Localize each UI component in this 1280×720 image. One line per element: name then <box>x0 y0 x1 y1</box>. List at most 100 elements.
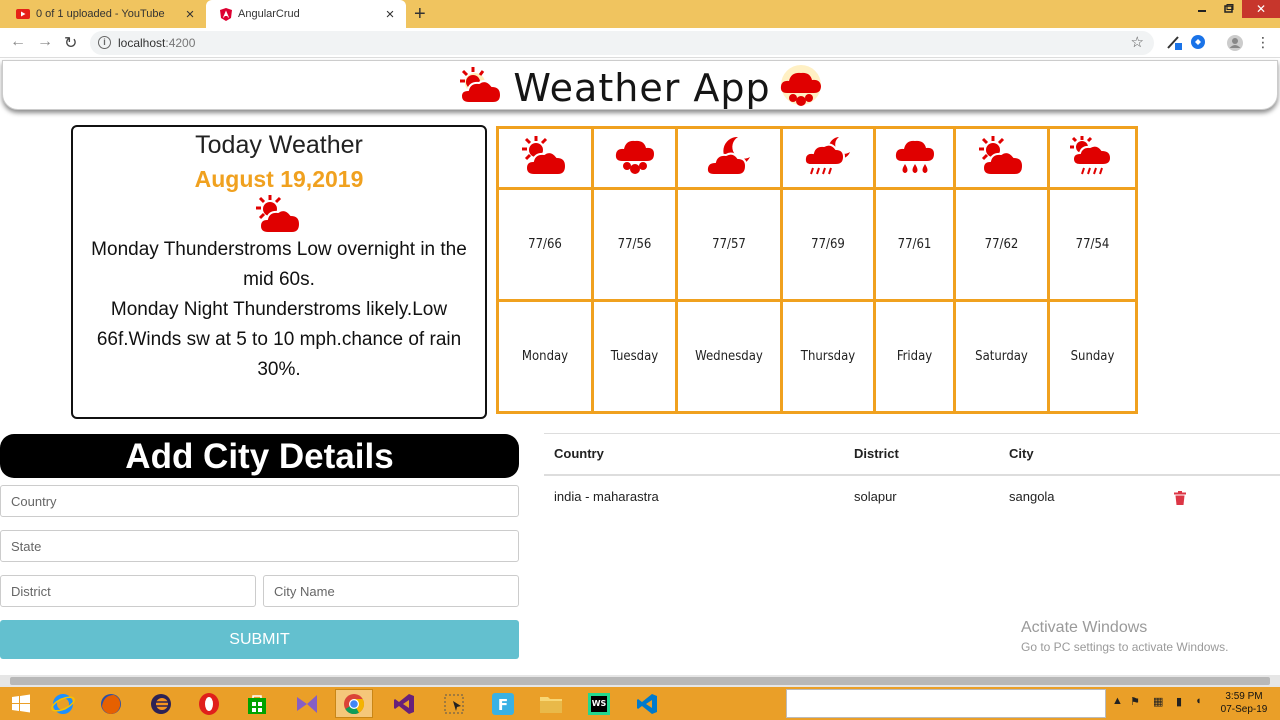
battery-icon[interactable]: ▮ <box>1176 695 1182 708</box>
submit-button[interactable]: SUBMIT <box>0 620 519 659</box>
cell-actions <box>1164 475 1280 517</box>
menu-kebab-icon[interactable]: ⋮ <box>1256 34 1270 51</box>
forecast-temp: 77/57 <box>675 187 783 302</box>
forecast-day: Sunday <box>1047 299 1138 414</box>
today-description-1: Monday Thunderstroms Low overnight in th… <box>91 239 467 290</box>
district-input[interactable] <box>0 575 256 607</box>
delete-icon[interactable] <box>1174 485 1186 508</box>
back-icon[interactable]: ← <box>10 33 26 51</box>
forecast-icon-cell <box>953 126 1050 190</box>
table-header-row: Country District City <box>544 433 1280 476</box>
header-city: City <box>999 433 1164 476</box>
moon-cloud-icon <box>704 136 754 181</box>
hail-cloud-icon <box>613 140 657 181</box>
windows-taskbar: F WS ▲ ⚑ ▦ ▮ ◖ 3:59 PM 07-Sep-19 <box>0 687 1280 720</box>
store-icon[interactable] <box>238 689 276 718</box>
forecast-icon-cell <box>873 126 956 190</box>
forecast-icon-cell <box>496 126 594 190</box>
forecast-icon-row <box>496 126 1138 190</box>
firefox-icon[interactable] <box>92 689 130 718</box>
forecast-day: Saturday <box>953 299 1050 414</box>
chrome-icon[interactable] <box>335 689 373 718</box>
bookmark-star-icon[interactable]: ☆ <box>1131 33 1144 51</box>
forecast-temp-row: 77/66 77/56 77/57 77/69 77/61 77/62 77/5… <box>496 187 1138 302</box>
forecast-temp: 77/66 <box>496 187 594 302</box>
opera-icon[interactable] <box>190 689 228 718</box>
today-date: August 19,2019 <box>194 166 364 192</box>
address-bar[interactable]: i localhost:4200 ☆ <box>90 31 1154 55</box>
forward-icon[interactable]: → <box>37 33 53 51</box>
scrollbar-thumb[interactable] <box>10 677 1270 685</box>
eclipse-icon[interactable] <box>142 689 180 718</box>
city-name-input[interactable] <box>263 575 519 607</box>
file-explorer-icon[interactable] <box>532 689 570 718</box>
page-title: Weather App <box>3 65 1277 118</box>
reload-icon[interactable]: ↻ <box>64 33 77 53</box>
cursor-tool-icon[interactable] <box>435 689 473 718</box>
internet-explorer-icon[interactable] <box>44 689 82 718</box>
webstorm-icon[interactable]: WS <box>580 689 618 718</box>
sun-cloud-icon <box>455 65 507 118</box>
browser-toolbar: ← → ↻ i localhost:4200 ☆ ⋮ <box>0 28 1280 58</box>
youtube-icon <box>16 9 30 19</box>
sun-rain-cloud-icon <box>1068 136 1118 181</box>
app-f-icon[interactable]: F <box>484 689 522 718</box>
forecast-temp: 77/54 <box>1047 187 1138 302</box>
taskbar-search-box[interactable] <box>786 689 1106 718</box>
forecast-day-row: Monday Tuesday Wednesday Thursday Friday… <box>496 299 1138 414</box>
action-center-icon[interactable]: ⚑ <box>1130 695 1140 708</box>
city-table: Country District City india - maharastra… <box>544 433 1280 517</box>
volume-icon[interactable]: ◖ <box>1195 695 1202 707</box>
visual-studio-icon[interactable] <box>385 689 423 718</box>
sun-cloud-icon <box>976 136 1028 181</box>
tray-up-arrow-icon[interactable]: ▲ <box>1112 695 1123 707</box>
state-input[interactable] <box>0 530 519 562</box>
close-tab-icon[interactable]: × <box>182 6 198 23</box>
cell-country: india - maharastra <box>554 488 659 504</box>
today-description-2: Monday Night Thunderstroms likely.Low 66… <box>96 299 462 380</box>
info-icon[interactable]: i <box>98 36 111 49</box>
vscode-icon[interactable] <box>628 689 666 718</box>
close-tab-icon[interactable]: × <box>382 6 398 23</box>
forecast-icon-cell <box>780 126 876 190</box>
tab-angularcrud[interactable]: AngularCrud × <box>206 0 406 28</box>
forecast-day: Friday <box>873 299 956 414</box>
clock-date: 07-Sep-19 <box>1220 704 1268 715</box>
rain-cloud-icon <box>893 140 937 181</box>
forecast-day: Monday <box>496 299 594 414</box>
today-heading: Today Weather <box>195 131 363 159</box>
profile-avatar-icon[interactable] <box>1226 34 1244 57</box>
svg-text:WS: WS <box>592 699 607 708</box>
angular-icon <box>220 7 232 21</box>
activate-windows-watermark: Activate Windows Go to PC settings to ac… <box>1021 619 1228 654</box>
sun-cloud-icon <box>519 136 571 181</box>
horizontal-scrollbar[interactable] <box>0 675 1280 687</box>
forecast-temp: 77/62 <box>953 187 1050 302</box>
forecast-temp: 77/69 <box>780 187 876 302</box>
new-tab-icon[interactable]: + <box>414 3 426 26</box>
app-title-text: Weather App <box>513 66 771 110</box>
start-windows-icon[interactable] <box>2 689 40 718</box>
visual-studio-purple-icon[interactable] <box>288 689 326 718</box>
maximize-icon[interactable] <box>1216 0 1242 18</box>
tab-title: 0 of 1 uploaded - YouTube <box>36 8 165 20</box>
forecast-icon-cell <box>675 126 783 190</box>
watermark-title: Activate Windows <box>1021 619 1148 636</box>
header-actions <box>1164 433 1280 476</box>
network-icon[interactable]: ▦ <box>1153 695 1163 708</box>
forecast-day: Tuesday <box>591 299 678 414</box>
browser-tab-strip: 0 of 1 uploaded - YouTube × AngularCrud … <box>0 0 1280 28</box>
forecast-day: Wednesday <box>675 299 783 414</box>
extension-blue-icon[interactable] <box>1190 34 1206 55</box>
app-header: Weather App <box>2 60 1278 110</box>
close-window-icon[interactable]: ✕ <box>1242 0 1280 18</box>
minimize-icon[interactable] <box>1188 0 1216 18</box>
taskbar-clock[interactable]: 3:59 PM 07-Sep-19 <box>1216 690 1272 716</box>
extension-pen-icon[interactable] <box>1166 34 1182 55</box>
forecast-icon-cell <box>1047 126 1138 190</box>
country-input[interactable] <box>0 485 519 517</box>
forecast-day: Thursday <box>780 299 876 414</box>
tab-title: AngularCrud <box>238 8 300 20</box>
url-text: localhost:4200 <box>118 36 196 50</box>
tab-youtube[interactable]: 0 of 1 uploaded - YouTube × <box>2 0 206 28</box>
